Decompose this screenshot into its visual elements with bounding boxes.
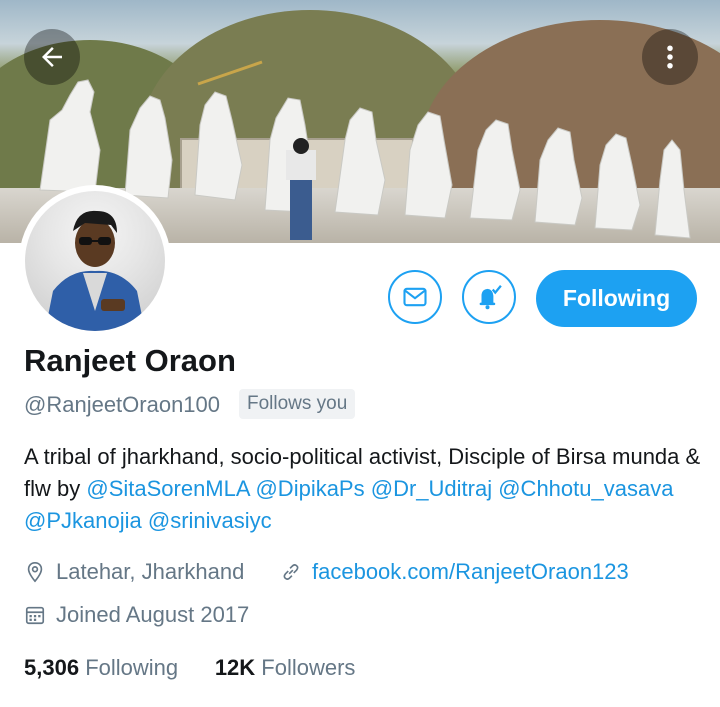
message-button[interactable]: [388, 270, 442, 324]
location-pin-icon: [27, 562, 43, 583]
avatar-image: [25, 191, 165, 331]
join-date: Joined August 2017: [24, 602, 249, 628]
more-vertical-icon: [667, 45, 673, 69]
mention-link[interactable]: @Chhotu_vasava: [498, 476, 673, 501]
calendar-icon: [25, 606, 45, 625]
link-icon: [283, 564, 299, 580]
website-link[interactable]: facebook.com/RanjeetOraon123: [312, 559, 629, 585]
followers-label: Followers: [261, 655, 356, 680]
notifications-button[interactable]: [462, 270, 516, 324]
website[interactable]: facebook.com/RanjeetOraon123: [280, 559, 629, 585]
arrow-left-icon: [42, 47, 62, 67]
followers-count: 12K: [214, 655, 256, 680]
followers-stat[interactable]: 12K Followers: [215, 655, 356, 680]
follows-you-badge: Follows you: [239, 389, 356, 419]
mention-link[interactable]: @srinivasiyc: [148, 508, 272, 533]
join-date-text: Joined August 2017: [56, 602, 250, 627]
more-options-button[interactable]: [642, 29, 698, 85]
mention-link[interactable]: @DipikaPs: [255, 476, 364, 501]
avatar[interactable]: [19, 185, 171, 337]
mention-link[interactable]: @Dr_Uditraj: [371, 476, 492, 501]
bell-check-icon: [479, 285, 502, 310]
profile-name: Ranjeet Oraon: [24, 343, 236, 378]
profile-handle: @RanjeetOraon100: [24, 392, 221, 417]
location: Latehar, Jharkhand: [24, 559, 244, 585]
mention-link[interactable]: @PJkanojia: [24, 508, 142, 533]
following-button[interactable]: Following: [536, 270, 697, 327]
location-text: Latehar, Jharkhand: [56, 559, 245, 584]
follow-stats: 5,306 Following 12K Followers: [24, 655, 355, 681]
following-count: 5,306: [24, 655, 80, 680]
following-label: Following: [85, 655, 179, 680]
profile-bio: A tribal of jharkhand, socio-political a…: [24, 441, 704, 537]
back-button[interactable]: [24, 29, 80, 85]
envelope-icon: [403, 287, 427, 307]
following-stat[interactable]: 5,306 Following: [24, 655, 178, 680]
mention-link[interactable]: @SitaSorenMLA: [86, 476, 249, 501]
